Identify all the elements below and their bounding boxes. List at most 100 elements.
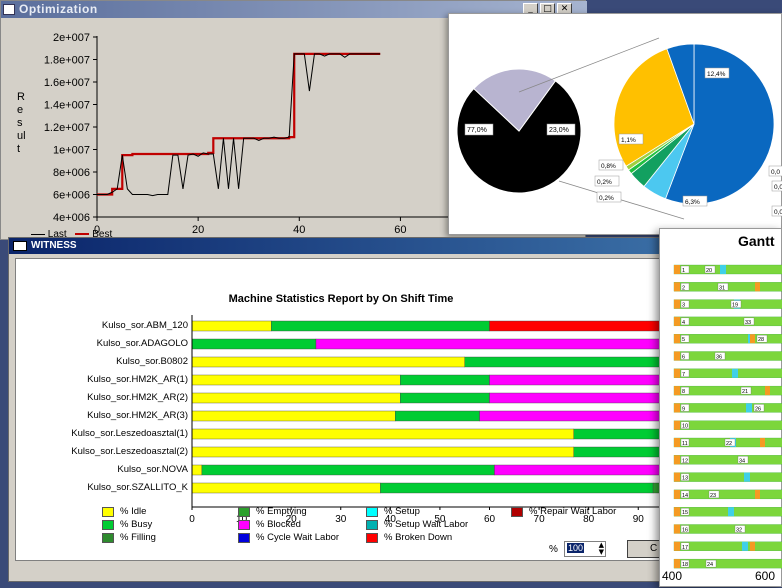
legend-label: % Busy (120, 519, 153, 530)
gantt-bar-marker (674, 351, 680, 361)
gantt-bar-setup (744, 472, 750, 482)
bar-segment-idle (191, 392, 401, 404)
y-tick-label: 1.4e+007 (44, 100, 90, 112)
bar-segment-idle (191, 356, 465, 368)
gantt-label: 23 (710, 493, 716, 499)
gantt-label: 31 (719, 285, 725, 291)
legend-label: % Cycle Wait Labor (256, 532, 340, 543)
gantt-bar (673, 299, 782, 309)
gantt-label: 19 (732, 303, 738, 309)
pie-label-right: 0,0 (774, 184, 782, 191)
x-tick-label: 40 (293, 224, 305, 236)
gantt-bar-marker (674, 386, 680, 396)
pie-chart-window: 77,0% 23,0% 12,4% 1,1% 0,8% 0,2% 0,2% 6,3% 0,0 0,… (448, 13, 782, 235)
witness-app-icon (13, 241, 27, 251)
legend-best-swatch (75, 233, 90, 236)
gantt-bar-setup (746, 403, 752, 413)
y-tick-label: 1.6e+007 (44, 77, 90, 89)
gantt-label: 20 (706, 268, 712, 274)
result-axis-label: Result (17, 91, 26, 155)
legend-swatch (366, 507, 378, 517)
gantt-bar-marker (674, 507, 680, 517)
zoom-percent-label: % (549, 544, 558, 555)
legend-swatch (366, 520, 378, 530)
gantt-tick-400: 400 (662, 569, 683, 583)
legend-label: % Idle (120, 506, 147, 517)
bar-segment-idle (191, 374, 401, 386)
legend-label: % Blocked (256, 519, 301, 530)
x-tick-label: 20 (192, 224, 204, 236)
bar-segment-busy (201, 464, 495, 476)
gantt-row-number: 3 (682, 303, 685, 309)
gantt-label: 24 (707, 562, 713, 568)
y-tick-label: 1.8e+007 (44, 55, 90, 67)
bar-segment-busy (573, 446, 668, 458)
legend-swatch (102, 520, 114, 530)
pie-label-right: 6,3% (685, 199, 700, 206)
bar-segment-busy (395, 410, 480, 422)
gantt-bar (673, 489, 782, 500)
gantt-bar-marker (674, 299, 680, 309)
y-tick-label: 1.2e+007 (44, 122, 90, 134)
gantt-bar-marker (674, 489, 680, 499)
window-icon (3, 4, 15, 15)
bar-x-tick-label: 0 (189, 514, 195, 525)
pie-label-right: 0,0 (774, 209, 782, 216)
gantt-bar (673, 541, 782, 551)
pie-label-right: 0,2% (599, 195, 614, 202)
pie-label-right: 12,4% (707, 71, 726, 78)
series-last-line (97, 53, 381, 197)
gantt-bar (673, 403, 782, 413)
gantt-bar-marker (674, 455, 680, 465)
bar-segment-blocked (489, 374, 668, 386)
gantt-row-number: 1 (682, 268, 685, 274)
legend-swatch (238, 520, 250, 530)
legend-label: % Emptying (256, 506, 307, 517)
zoom-spinner[interactable]: 100 ▲ ▼ (564, 541, 606, 557)
gantt-bar-marker (674, 334, 680, 344)
optimization-title: Optimization (19, 2, 98, 16)
bar-segment-busy (380, 482, 654, 494)
gantt-bar (673, 420, 782, 430)
gantt-label: 21 (742, 389, 748, 395)
bar-segment-idle (191, 410, 396, 422)
gantt-label: 22 (726, 441, 732, 447)
bar-segment-blocked (489, 392, 668, 404)
gantt-bar-setup (728, 507, 734, 517)
legend-label: % Filling (120, 532, 156, 543)
spin-arrows-icon[interactable]: ▲ ▼ (599, 542, 604, 556)
bar-segment-busy (400, 374, 490, 386)
gantt-bar-marker (674, 316, 680, 326)
gantt-row-number: 16 (682, 528, 688, 534)
gantt-bar-marker (674, 541, 680, 551)
bar-segment-blocked (494, 464, 668, 476)
legend-swatch (102, 533, 114, 543)
y-tick-label: 8e+006 (53, 167, 90, 179)
gantt-row-number: 14 (682, 493, 688, 499)
gantt-row-number: 6 (682, 355, 685, 361)
gantt-bar (673, 264, 782, 275)
pie-label-right: 0,2% (597, 179, 612, 186)
gantt-bar-segment (755, 282, 760, 292)
bar-segment-blocked (479, 410, 668, 422)
gantt-row-number: 9 (682, 406, 685, 412)
bar-x-tick-label: 30 (335, 514, 347, 525)
legend-swatch (102, 507, 114, 517)
witness-titlebar[interactable]: WITNESS (9, 238, 669, 254)
bar-segment-busy (464, 356, 668, 368)
gantt-tick-600: 600 (755, 569, 776, 583)
gantt-row-number: 7 (682, 372, 685, 378)
gantt-bar (673, 351, 782, 361)
gantt-label: 33 (745, 320, 751, 326)
gantt-bar-marker (674, 265, 680, 274)
gantt-row-number: 18 (682, 562, 688, 568)
gantt-label: 36 (716, 355, 722, 361)
gantt-row-number: 12 (682, 458, 688, 464)
zoom-value[interactable]: 100 (567, 543, 585, 553)
witness-window: WITNESS Machine Statistics Report by On … (8, 237, 669, 582)
gantt-bar-marker (674, 282, 680, 292)
bar-segment-idle (191, 320, 272, 332)
gantt-bar-setup (720, 265, 726, 274)
gantt-bar-setup (742, 541, 748, 551)
gantt-row-number: 2 (682, 285, 685, 291)
